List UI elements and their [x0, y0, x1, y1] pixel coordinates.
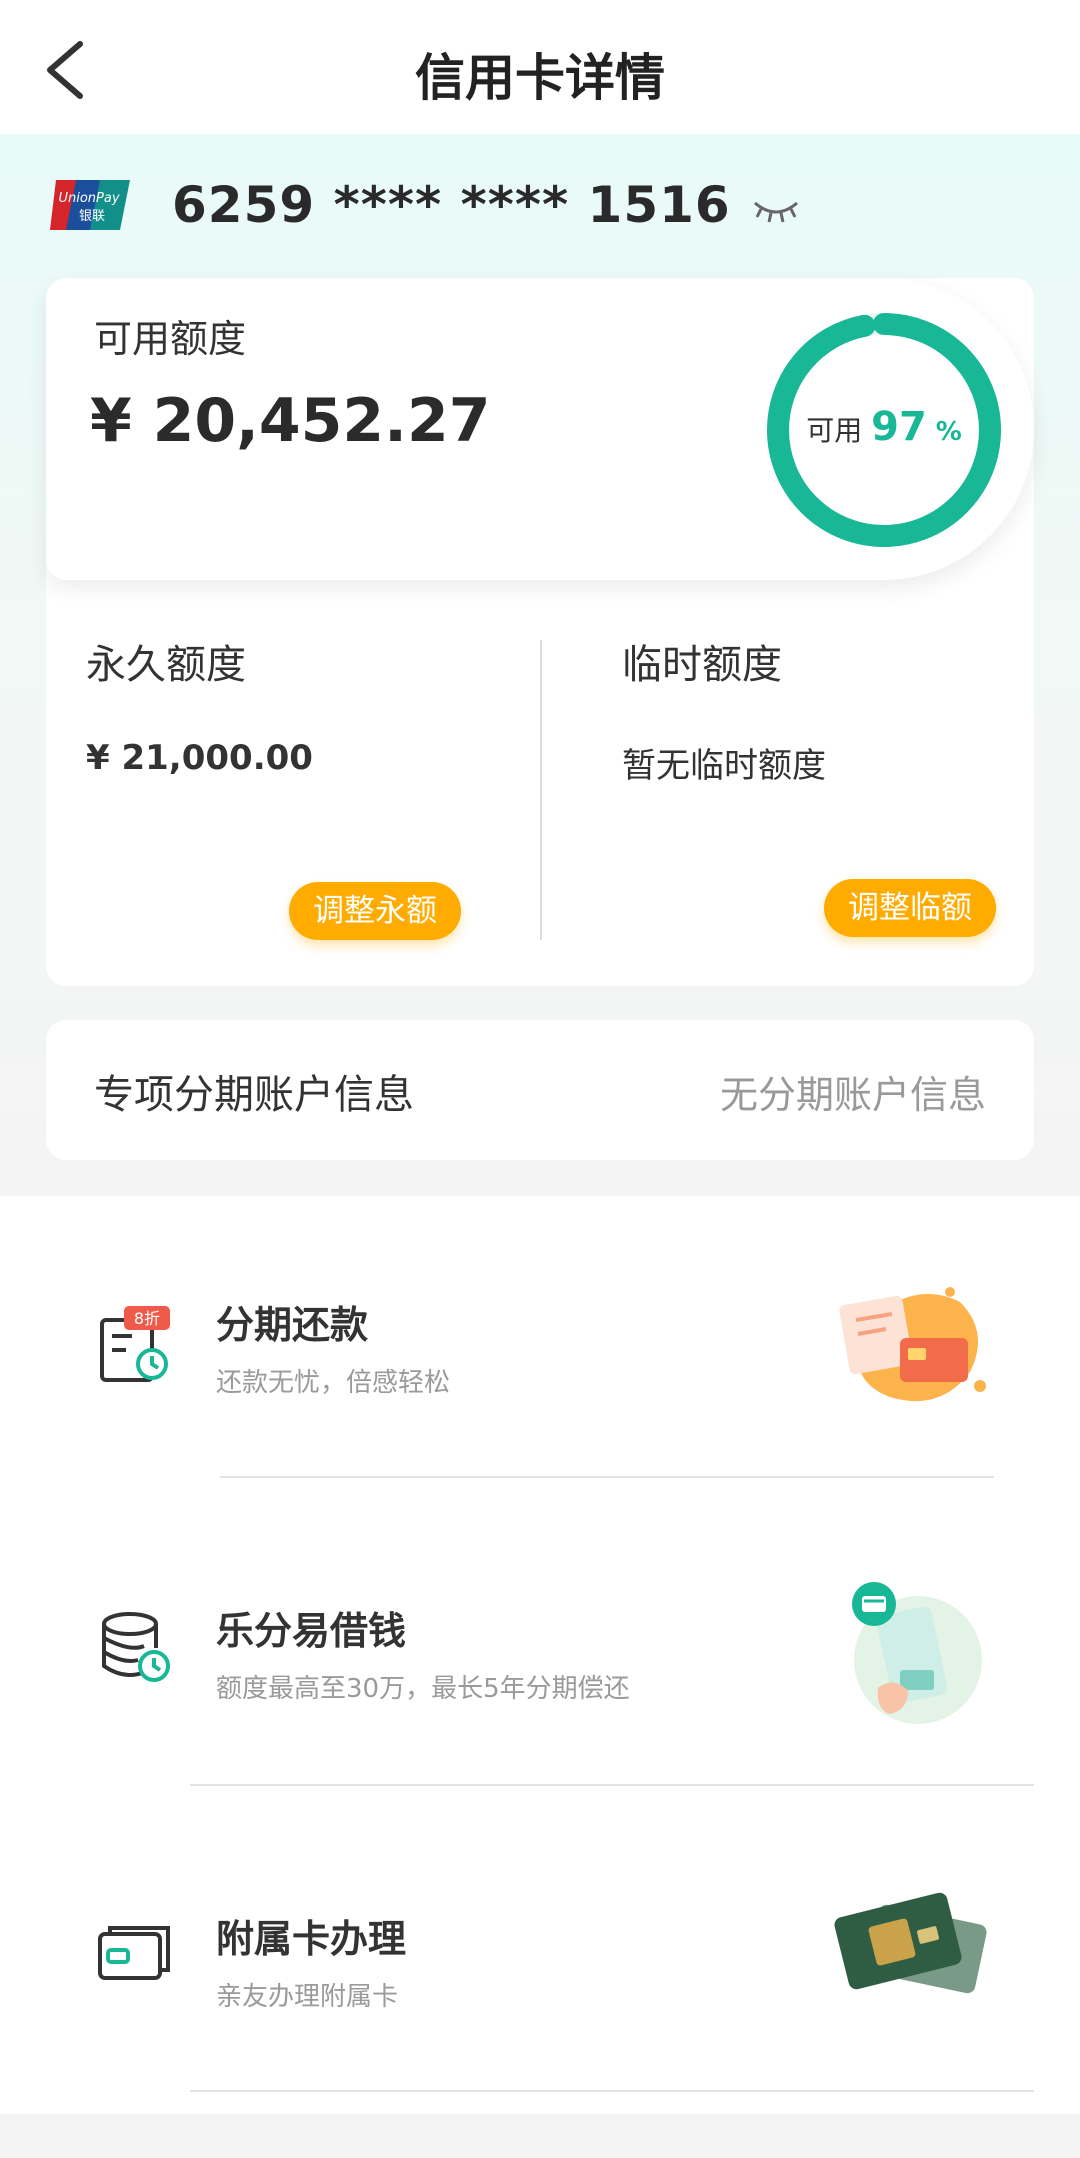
ring-unit: %	[935, 417, 962, 447]
ring-percent: 97	[871, 404, 927, 450]
app-header: 信用卡详情	[0, 0, 1080, 134]
service-title: 乐分易借钱	[216, 1609, 407, 1653]
installment-illustration	[839, 1287, 986, 1402]
available-limit-amount: ¥ 20,452.27	[90, 386, 491, 456]
temporary-limit-value: 暂无临时额度	[622, 746, 826, 786]
service-item-supplementary-card[interactable]: 附属卡办理 亲友办理附属卡	[0, 1786, 1080, 2088]
installment-account-value: 无分期账户信息	[719, 1073, 986, 1117]
supplementary-card-illustration	[834, 1892, 987, 1994]
available-ratio-ring: 可用 97 %	[766, 312, 1002, 548]
service-divider	[190, 2090, 1034, 2092]
adjust-permanent-button[interactable]: 调整永额	[289, 882, 461, 940]
installment-account-label: 专项分期账户信息	[94, 1072, 414, 1118]
svg-text:UnionPay: UnionPay	[58, 191, 119, 206]
loan-illustration	[852, 1582, 982, 1724]
bottom-band	[0, 2114, 1080, 2158]
svg-text:银联: 银联	[79, 209, 105, 224]
coin-stack-icon	[102, 1612, 170, 1682]
permanent-limit-title: 永久额度	[86, 642, 246, 688]
service-title: 附属卡办理	[216, 1917, 407, 1961]
available-limit-card: 可用额度 ¥ 20,452.27 可用 97 %	[46, 278, 1034, 580]
temporary-limit-title: 临时额度	[622, 642, 782, 688]
service-subtitle: 还款无忧，倍感轻松	[216, 1368, 451, 1398]
ring-text: 可用 97 %	[766, 404, 1002, 450]
available-limit-label: 可用额度	[94, 317, 247, 361]
discount-badge: 8折	[134, 1309, 160, 1328]
service-subtitle: 亲友办理附属卡	[216, 1982, 399, 2012]
service-subtitle: 额度最高至30万，最长5年分期偿还	[216, 1674, 630, 1704]
card-number: 6259 **** **** 1516	[172, 176, 731, 234]
adjust-temporary-button[interactable]: 调整临额	[824, 879, 996, 937]
installment-account-row[interactable]: 专项分期账户信息 无分期账户信息	[46, 1020, 1034, 1160]
services-list: 8折 分期还款 还款无忧，倍感轻松 乐分易借钱 额度最高至30万，最长5年分期偿…	[0, 1196, 1080, 2114]
page-title: 信用卡详情	[415, 49, 665, 107]
limit-divider	[540, 640, 542, 940]
eye-closed-icon[interactable]	[751, 195, 801, 225]
permanent-limit-value: ¥ 21,000.00	[86, 738, 313, 778]
unionpay-logo: UnionPay 银联	[50, 180, 130, 230]
installment-doc-icon: 8折	[100, 1306, 170, 1382]
card-icon	[98, 1926, 170, 1980]
service-item-installment-repay[interactable]: 8折 分期还款 还款无忧，倍感轻松	[0, 1196, 1080, 1476]
ring-label: 可用	[806, 414, 863, 447]
service-item-loan[interactable]: 乐分易借钱 额度最高至30万，最长5年分期偿还	[0, 1478, 1080, 1784]
card-number-row: UnionPay 银联 6259 **** **** 1516	[46, 170, 801, 240]
service-title: 分期还款	[216, 1303, 369, 1347]
